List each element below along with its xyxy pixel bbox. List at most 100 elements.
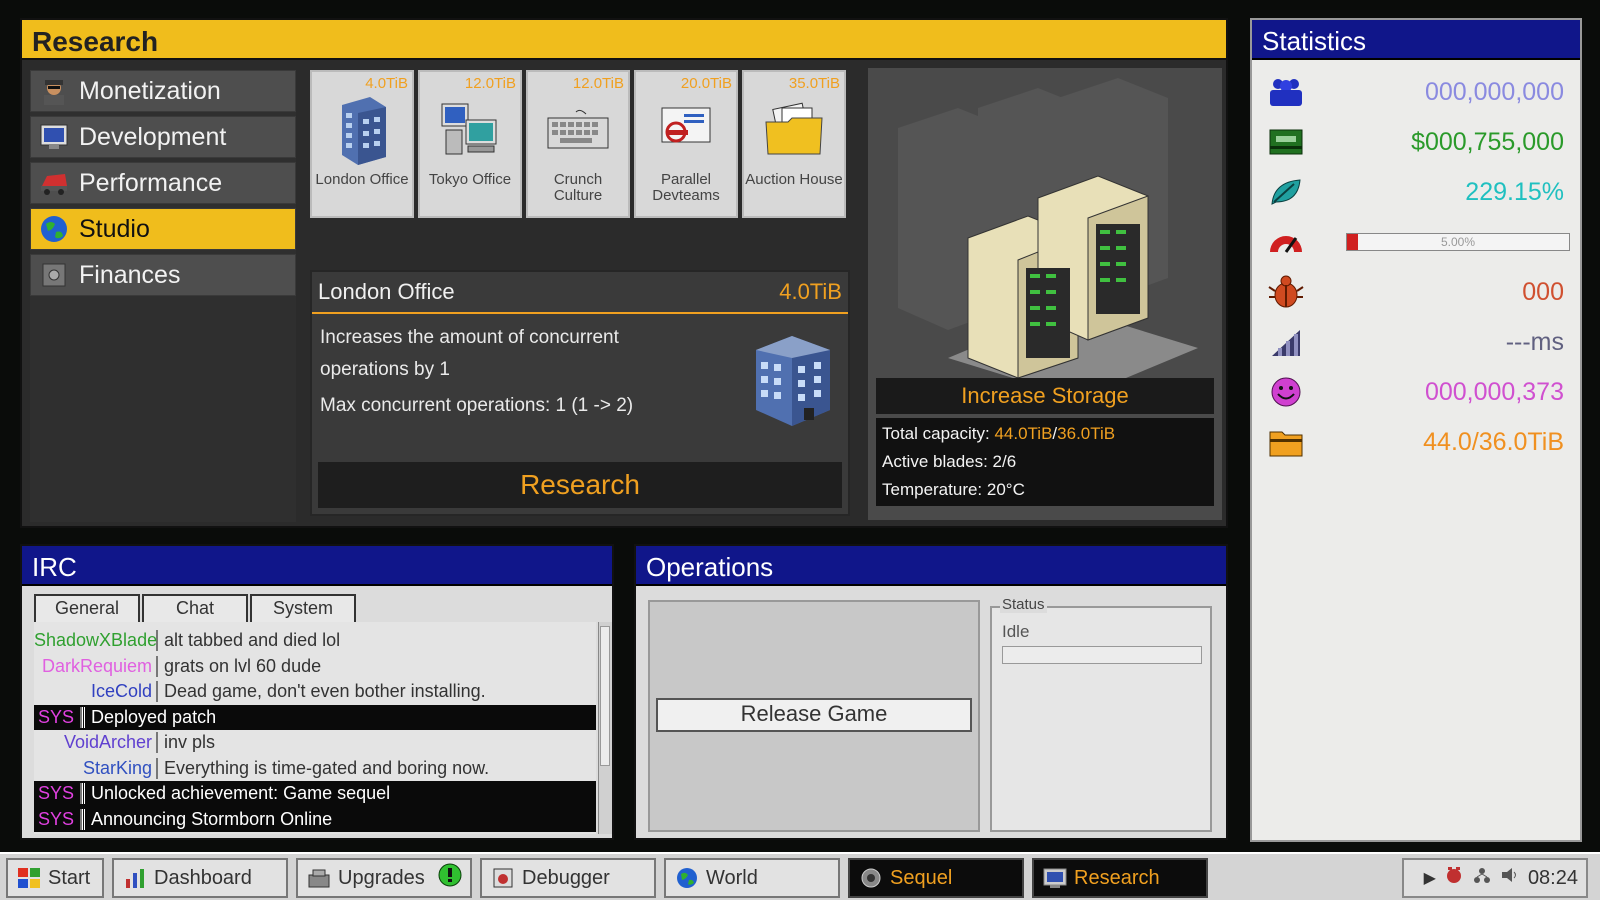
chat-line: DarkRequiem grats on lvl 60 dude — [34, 654, 596, 680]
chat-nick: StarKing — [34, 757, 158, 779]
card-cost: 12.0TiB — [464, 75, 516, 92]
card-label: Parallel Devteams — [652, 171, 720, 204]
irc-log: ShadowXBlade alt tabbed and died lol Dark… — [34, 622, 596, 834]
storage-blades: Active blades: 2/6 — [882, 452, 1017, 471]
stat-growth: 229.15% — [1266, 170, 1570, 214]
stat-latency: ---ms — [1266, 320, 1570, 364]
detail-header: London Office 4.0TiB — [312, 272, 848, 314]
letter-icon — [636, 92, 736, 168]
stat-value: ---ms — [1505, 327, 1564, 356]
monitor-icon — [37, 122, 71, 152]
system-line: SYS Unlocked achievement: Game sequel — [34, 781, 596, 807]
card-auction-house[interactable]: 35.0TiB Auction House — [742, 70, 846, 218]
play-icon[interactable]: ▶ — [1424, 868, 1436, 888]
gauge-icon — [1266, 222, 1306, 262]
start-label: Start — [48, 866, 91, 889]
category-list: Monetization Development Performance Stu… — [30, 70, 296, 522]
load-progress-label: 5.00% — [1440, 235, 1476, 249]
operations-actions: Release Game — [648, 600, 980, 832]
taskbar-world[interactable]: World — [664, 858, 840, 898]
card-cost: 20.0TiB — [680, 75, 732, 92]
chat-nick: DarkRequiem — [34, 655, 158, 677]
globe-icon — [674, 866, 700, 890]
tab-system[interactable]: System — [250, 594, 356, 622]
card-cost: 12.0TiB — [572, 75, 624, 92]
globe-icon — [37, 214, 71, 244]
status-group: Status Idle — [990, 596, 1212, 832]
storage-panel: Increase Storage Total capacity: 44.0TiB… — [868, 68, 1222, 520]
stat-value: 000,000,373 — [1424, 377, 1564, 406]
detail-cost: 4.0TiB — [779, 279, 842, 304]
taskbar-label: Upgrades — [338, 866, 425, 889]
chat-line: IceCold Dead game, don't even bother inst… — [34, 679, 596, 705]
taskbar-upgrades[interactable]: Upgrades — [296, 858, 472, 898]
category-performance[interactable]: Performance — [30, 162, 296, 204]
release-game-button[interactable]: Release Game — [656, 698, 972, 732]
system-message: Unlocked achievement: Game sequel — [82, 783, 390, 805]
increase-storage-button[interactable]: Increase Storage — [876, 378, 1214, 414]
server-rack-illustration — [898, 78, 1198, 398]
stat-bugs: 000 — [1266, 270, 1570, 314]
system-message: Announcing Stormborn Online — [82, 808, 332, 830]
sequel-icon — [858, 866, 884, 890]
taskbar-debugger[interactable]: Debugger — [480, 858, 656, 898]
card-crunch-culture[interactable]: 12.0TiB Crunch Culture — [526, 70, 630, 218]
signal-icon — [1266, 322, 1306, 362]
taskbar-research[interactable]: Research — [1032, 858, 1208, 898]
card-parallel-devteams[interactable]: 20.0TiB Parallel Devteams — [634, 70, 738, 218]
windows-logo-icon — [16, 866, 42, 890]
category-development[interactable]: Development — [30, 116, 296, 158]
stat-value: 44.0/36.0TiB — [1423, 427, 1564, 456]
start-button[interactable]: Start — [6, 858, 104, 898]
smiley-icon — [1266, 372, 1306, 412]
card-label: Auction House — [745, 171, 843, 188]
stat-load: 5.00% — [1266, 220, 1570, 264]
status-progress-bar — [1002, 646, 1202, 664]
taskbar-label: Debugger — [522, 866, 610, 889]
taskbar-label: World — [706, 866, 758, 889]
irc-scrollbar[interactable] — [598, 622, 612, 834]
chat-message: alt tabbed and died lol — [164, 630, 341, 651]
category-label: Finances — [79, 260, 181, 289]
system-tag: SYS — [34, 783, 82, 805]
category-studio[interactable]: Studio — [30, 208, 296, 250]
research-button[interactable]: Research — [318, 462, 842, 508]
category-label: Monetization — [79, 76, 221, 105]
taskbar-sequel[interactable]: Sequel — [848, 858, 1024, 898]
research-cards: 4.0TiB London Office 12.0TiB Tokyo Offic… — [310, 70, 860, 218]
chat-line: VoidArcher inv pls — [34, 730, 596, 756]
category-label: Development — [79, 122, 227, 151]
stat-value: $000,755,000 — [1411, 127, 1564, 156]
alert-icon — [438, 863, 462, 893]
system-tag: SYS — [34, 808, 82, 830]
upgrades-icon — [306, 866, 332, 890]
cash-icon — [1266, 122, 1306, 162]
taskbar-dashboard[interactable]: Dashboard — [112, 858, 288, 898]
workstation-icon — [420, 92, 520, 168]
tab-general[interactable]: General — [34, 594, 140, 622]
operations-title: Operations — [636, 546, 1226, 586]
category-finances[interactable]: Finances — [30, 254, 296, 296]
racecar-icon — [37, 168, 71, 198]
category-monetization[interactable]: Monetization — [30, 70, 296, 112]
scrollbar-thumb[interactable] — [600, 626, 610, 766]
load-progress-bar: 5.00% — [1346, 233, 1570, 251]
clock: 08:24 — [1527, 866, 1578, 889]
research-window: Research Monetization Development Perfor… — [20, 18, 1228, 528]
speaker-icon[interactable] — [1500, 865, 1520, 891]
network-icon[interactable] — [1472, 865, 1492, 891]
dashboard-icon — [122, 866, 148, 890]
category-label: Studio — [79, 214, 150, 243]
chat-message: grats on lvl 60 dude — [164, 655, 322, 676]
system-tag: SYS — [34, 706, 82, 728]
card-tokyo-office[interactable]: 12.0TiB Tokyo Office — [418, 70, 522, 218]
detail-desc-line: Increases the amount of concurrent — [320, 327, 619, 348]
chat-message: Dead game, don't even bother installing. — [164, 681, 486, 702]
keyboard-icon — [528, 92, 628, 168]
folder-icon — [744, 92, 844, 168]
alarm-icon[interactable] — [1444, 865, 1464, 891]
category-label: Performance — [79, 168, 223, 197]
tab-chat[interactable]: Chat — [142, 594, 248, 622]
card-london-office[interactable]: 4.0TiB London Office — [310, 70, 414, 218]
system-message: Deployed patch — [82, 706, 216, 728]
